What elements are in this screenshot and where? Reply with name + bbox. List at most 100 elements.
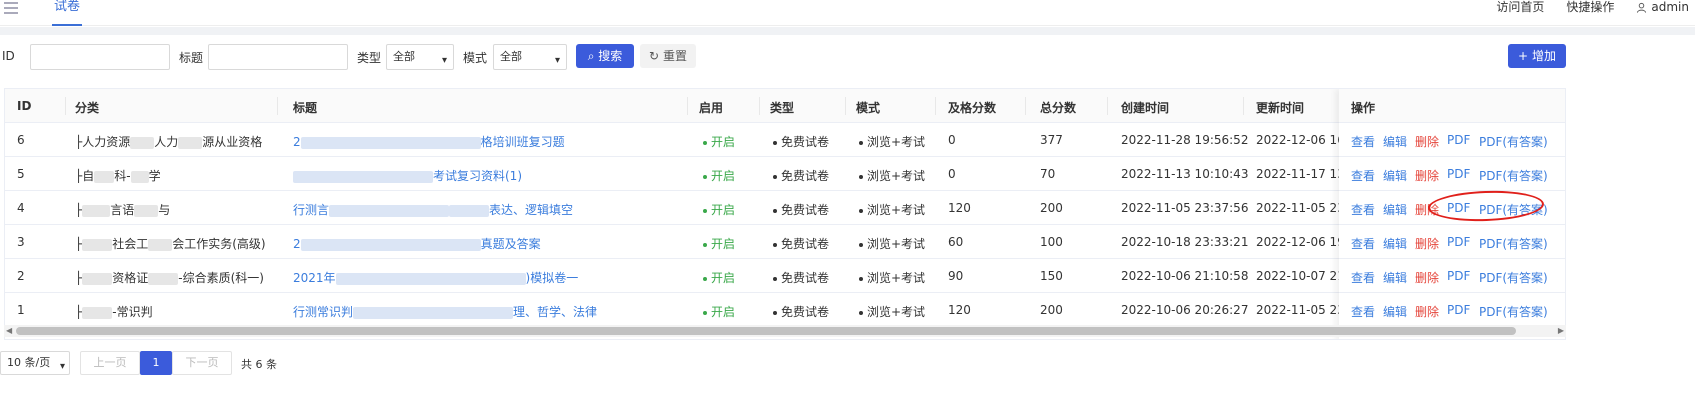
category-text: ├ <box>75 237 83 251</box>
pdf-answer-link[interactable]: PDF(有答案) <box>1479 235 1548 252</box>
tab-exam[interactable]: 试卷 <box>52 0 82 26</box>
next-page-button[interactable]: 下一页 <box>172 351 232 375</box>
cell-title-link[interactable]: 行测常识判 理、哲学、法律 <box>293 303 683 320</box>
view-link[interactable]: 查看 <box>1351 133 1375 150</box>
delete-link[interactable]: 删除 <box>1415 235 1439 252</box>
type-text: 免费试卷 <box>781 169 830 183</box>
top-right-links: 访问首页 快捷操作 admin <box>1496 0 1689 14</box>
user-icon <box>1637 2 1647 13</box>
total-count: 共 6 条 <box>241 358 277 371</box>
add-button[interactable]: + 增加 <box>1508 44 1566 68</box>
view-link[interactable]: 查看 <box>1351 167 1375 184</box>
cell-category: ├ 言语 与 <box>75 201 275 218</box>
id-label: ID <box>2 49 15 63</box>
pdf-answer-link[interactable]: PDF(有答案) <box>1479 167 1548 184</box>
quick-actions-link[interactable]: 快捷操作 <box>1566 0 1614 14</box>
cell-title-link[interactable]: 考试复习资料(1) <box>293 167 683 184</box>
column-divider <box>1107 97 1108 115</box>
cell-mode: 浏览+考试 <box>859 303 925 320</box>
pdf-link[interactable]: PDF <box>1447 167 1470 181</box>
pdf-link[interactable]: PDF <box>1447 133 1470 147</box>
bullet-dot <box>773 242 777 247</box>
column-divider <box>277 97 278 115</box>
column-divider <box>65 97 66 115</box>
blurred-text <box>82 238 113 251</box>
cell-pass-score: 0 <box>948 133 956 147</box>
pdf-link[interactable]: PDF <box>1447 235 1470 249</box>
actions-header: 操作 <box>1339 89 1565 123</box>
cell-total-score: 200 <box>1040 201 1063 215</box>
bullet-dot <box>859 174 863 179</box>
cell-created: 2022-10-06 21:10:58 <box>1121 269 1249 283</box>
column-divider <box>759 97 760 115</box>
edit-link[interactable]: 编辑 <box>1383 167 1407 184</box>
cell-id: 5 <box>17 167 25 181</box>
pdf-link[interactable]: PDF <box>1447 303 1470 317</box>
column-divider <box>1243 97 1244 115</box>
cell-title-link[interactable]: 2021年 )模拟卷一 <box>293 269 683 286</box>
blurred-text <box>178 136 203 149</box>
view-link[interactable]: 查看 <box>1351 235 1375 252</box>
search-button[interactable]: ⌕ 搜索 <box>576 44 634 68</box>
actions-row: 查看 编辑 删除 PDF PDF(有答案) <box>1339 225 1565 259</box>
bullet-dot <box>773 140 777 145</box>
cell-category: ├ -常识判 <box>75 303 275 320</box>
pdf-link[interactable]: PDF <box>1447 269 1470 283</box>
status-dot <box>703 242 707 247</box>
pdf-answer-link[interactable]: PDF(有答案) <box>1479 269 1548 286</box>
delete-link[interactable]: 删除 <box>1415 133 1439 150</box>
view-link[interactable]: 查看 <box>1351 201 1375 218</box>
id-input[interactable] <box>30 44 170 70</box>
actions-row: 查看 编辑 删除 PDF PDF(有答案) <box>1339 123 1565 157</box>
visit-home-link[interactable]: 访问首页 <box>1496 0 1544 14</box>
mode-text: 浏览+考试 <box>867 237 926 251</box>
prev-page-button[interactable]: 上一页 <box>80 351 140 375</box>
edit-link[interactable]: 编辑 <box>1383 235 1407 252</box>
scroll-left-icon[interactable]: ◀ <box>6 325 12 337</box>
edit-link[interactable]: 编辑 <box>1383 303 1407 320</box>
reset-button-label: 重置 <box>662 49 687 63</box>
title-text: 2021年 <box>293 271 336 285</box>
view-link[interactable]: 查看 <box>1351 269 1375 286</box>
mode-select[interactable]: 全部 ▾ <box>493 44 567 70</box>
page-size-select[interactable]: 10 条/页 ▾ <box>0 351 70 375</box>
current-page-button[interactable]: 1 <box>140 351 172 375</box>
cell-title-link[interactable]: 2 真题及答案 <box>293 235 683 252</box>
filter-bar: ID 标题 类型 全部 ▾ 模式 全部 ▾ ⌕ 搜索 ↻ 重置 + 增加 <box>0 44 1695 70</box>
cell-mode: 浏览+考试 <box>859 201 925 218</box>
delete-link[interactable]: 删除 <box>1415 303 1439 320</box>
blurred-text <box>82 272 113 285</box>
menu-icon[interactable] <box>4 2 18 14</box>
edit-link[interactable]: 编辑 <box>1383 201 1407 218</box>
delete-link[interactable]: 删除 <box>1415 167 1439 184</box>
reset-button[interactable]: ↻ 重置 <box>640 44 696 68</box>
edit-link[interactable]: 编辑 <box>1383 269 1407 286</box>
pdf-answer-link[interactable]: PDF(有答案) <box>1479 303 1548 320</box>
cell-id: 4 <box>17 201 25 215</box>
col-mode: 模式 <box>856 101 881 115</box>
bullet-dot <box>859 208 863 213</box>
title-text: 考试复习资料(1) <box>433 169 522 183</box>
col-enabled: 启用 <box>699 101 724 115</box>
scroll-thumb[interactable] <box>16 327 1516 335</box>
title-input[interactable] <box>208 44 348 70</box>
user-menu[interactable]: admin <box>1636 0 1689 14</box>
view-link[interactable]: 查看 <box>1351 303 1375 320</box>
enabled-text: 开启 <box>711 271 736 285</box>
scroll-right-icon[interactable]: ▶ <box>1558 325 1564 337</box>
top-nav: 试卷 访问首页 快捷操作 admin <box>0 0 1695 26</box>
cell-title-link[interactable]: 2 格培训班复习题 <box>293 133 683 150</box>
blurred-text <box>300 238 481 251</box>
cell-pass-score: 120 <box>948 303 971 317</box>
title-text: )模拟卷一 <box>525 271 579 285</box>
cell-title-link[interactable]: 行测言 表达、逻辑填空 <box>293 201 683 218</box>
edit-link[interactable]: 编辑 <box>1383 133 1407 150</box>
title-text: 行测常识判 <box>293 305 354 319</box>
cell-total-score: 200 <box>1040 303 1063 317</box>
pdf-answer-link[interactable]: PDF(有答案) <box>1479 133 1548 150</box>
type-select[interactable]: 全部 ▾ <box>386 44 454 70</box>
horizontal-scrollbar[interactable]: ◀ ▶ <box>4 325 1566 337</box>
blurred-text <box>134 204 159 217</box>
category-text: 会工作实务(高级) <box>172 237 266 251</box>
delete-link[interactable]: 删除 <box>1415 269 1439 286</box>
